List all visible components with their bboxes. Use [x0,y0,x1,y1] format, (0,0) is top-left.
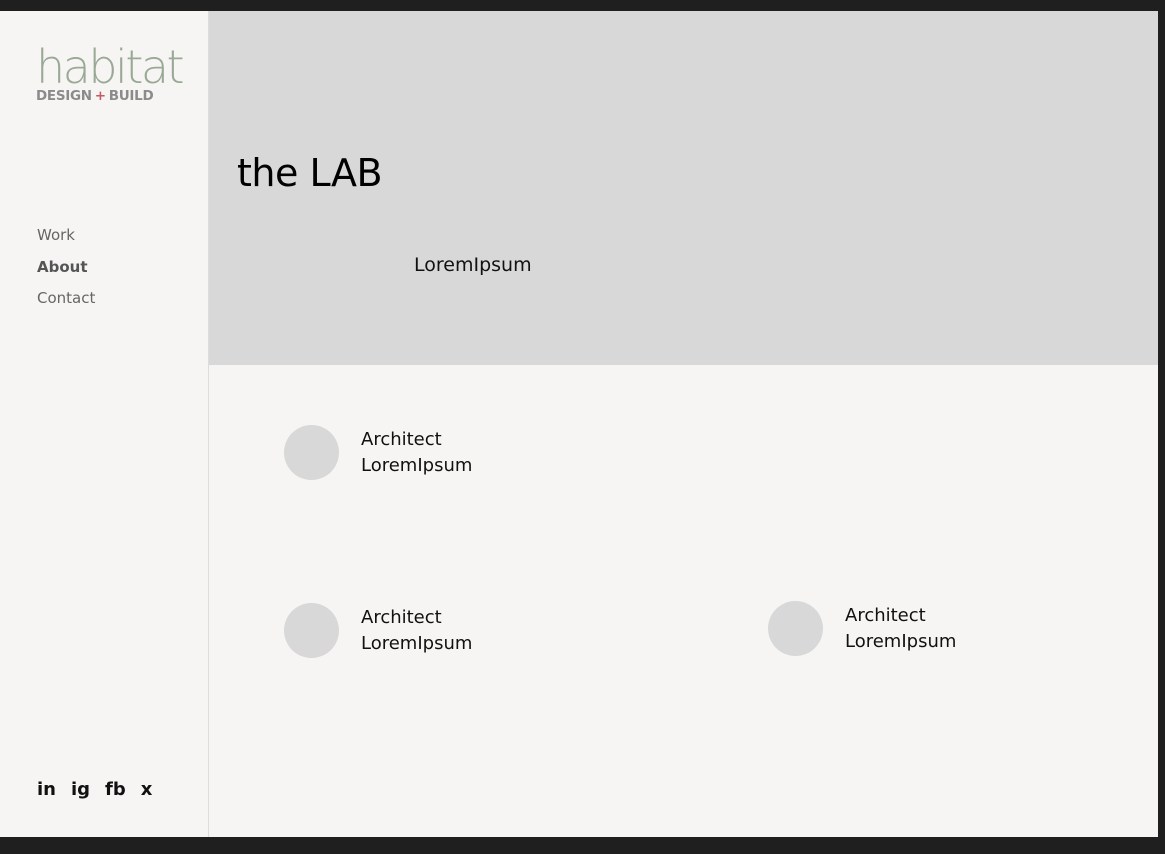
logo-tagline-build: BUILD [108,88,154,104]
facebook-link[interactable]: fb [105,779,126,800]
x-link[interactable]: x [141,779,153,800]
logo-tagline: DESIGN + BUILD [36,88,154,104]
hero-subtitle: LoremIpsum [414,254,532,276]
team-name: LoremIpsum [845,630,957,652]
team-role: Architect [361,606,442,628]
team-card-text: Architect LoremIpsum [361,427,472,479]
team-card-text: Architect LoremIpsum [845,603,956,655]
team-card: Architect LoremIpsum [284,603,472,658]
nav-item-work[interactable]: Work [37,220,95,252]
team-name: LoremIpsum [361,454,473,476]
avatar [284,603,339,658]
linkedin-link[interactable]: in [37,779,56,800]
hero-banner: the LAB LoremIpsum [209,11,1158,365]
nav-item-contact[interactable]: Contact [37,283,95,315]
avatar [768,601,823,656]
logo-plus-icon: + [94,88,106,104]
team-role: Architect [845,604,926,626]
page-title: the LAB [237,151,383,195]
instagram-link[interactable]: ig [71,779,90,800]
logo-wordmark: habitat [36,40,185,94]
main-nav: Work About Contact [37,220,95,315]
logo-tagline-design: DESIGN [36,88,92,104]
team-card: Architect LoremIpsum [284,425,472,480]
team-card-text: Architect LoremIpsum [361,605,472,657]
social-links: in ig fb x [37,779,152,800]
team-card: Architect LoremIpsum [768,601,956,656]
team-role: Architect [361,428,442,450]
team-name: LoremIpsum [361,632,473,654]
sidebar: habitat DESIGN + BUILD Work About Contact … [0,11,209,837]
nav-item-about[interactable]: About [37,252,95,284]
habitat-logo[interactable]: habitat DESIGN + BUILD [36,44,185,114]
page-frame: habitat DESIGN + BUILD Work About Contact … [0,11,1158,837]
avatar [284,425,339,480]
